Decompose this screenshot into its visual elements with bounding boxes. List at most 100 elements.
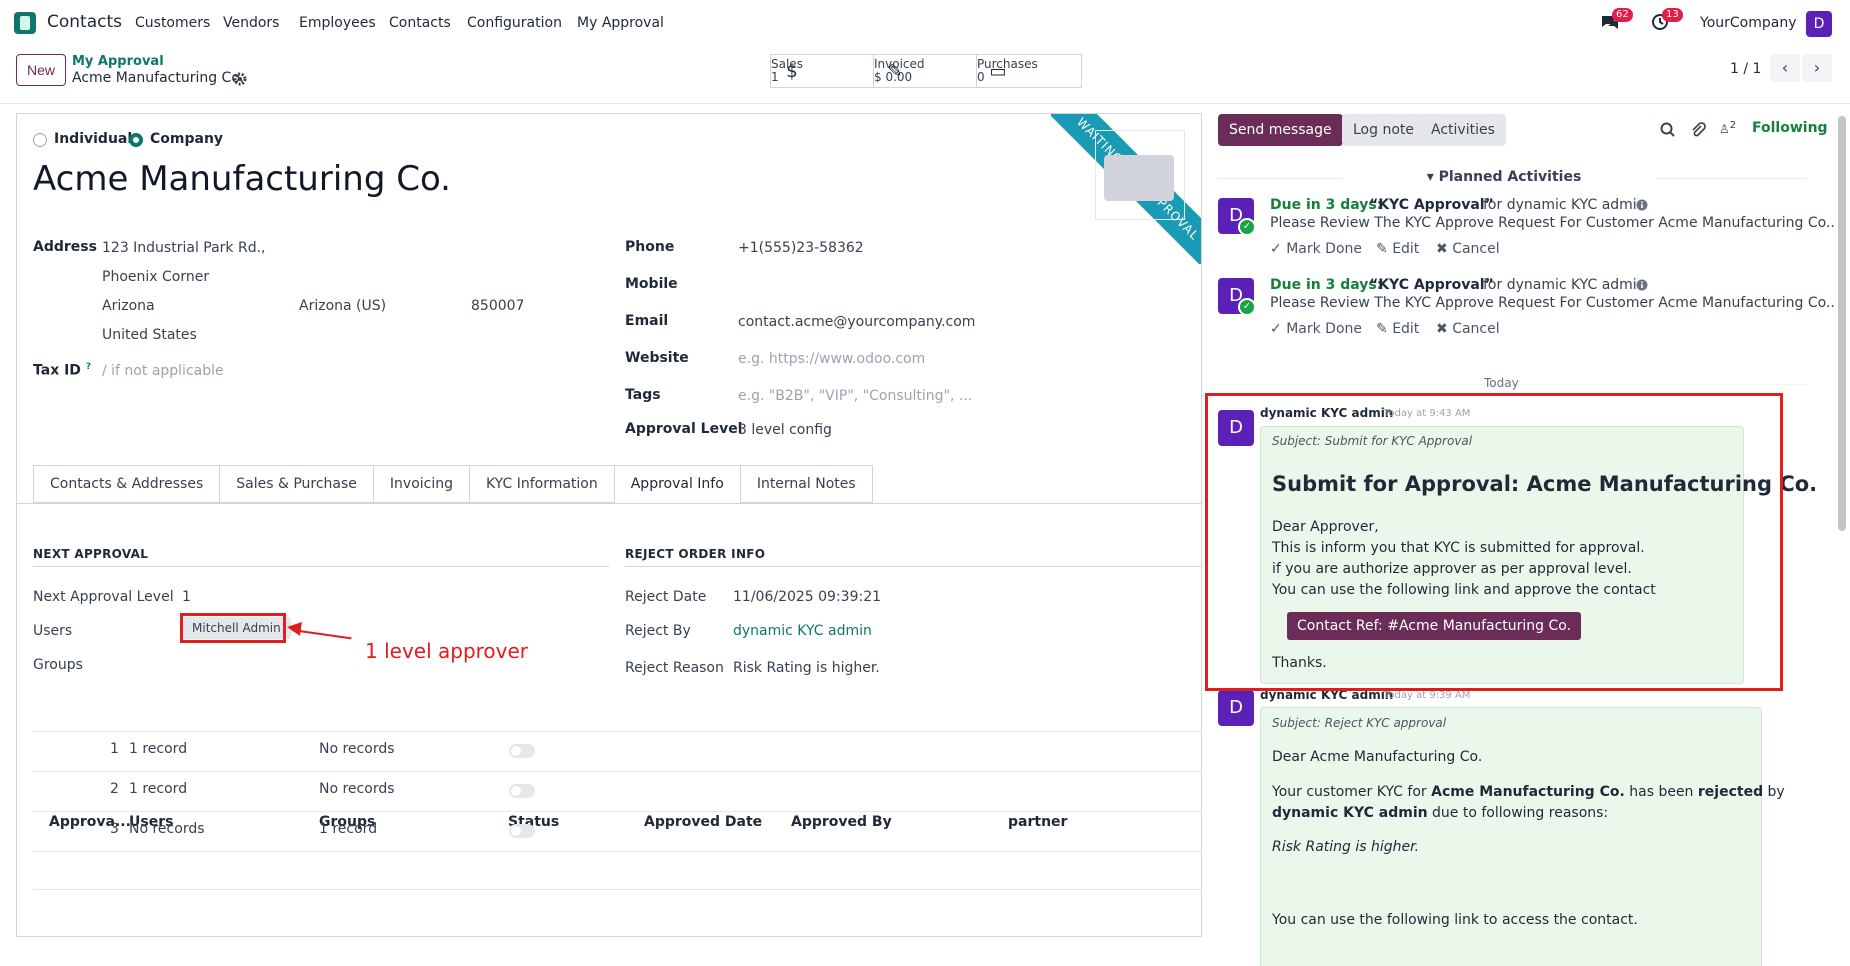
breadcrumb-parent[interactable]: My Approval [72, 54, 164, 69]
followers-count: 2 [1729, 120, 1737, 131]
street2-field[interactable]: Phoenix Corner [102, 269, 209, 285]
mobile-label: Mobile [625, 276, 678, 292]
row1-groups[interactable]: No records [319, 741, 395, 757]
smart-button-sales[interactable]: $ Sales 1 [770, 54, 874, 88]
smart-sales-value: 1 [771, 70, 779, 84]
tab-invoicing[interactable]: Invoicing [372, 465, 469, 503]
today-label: Today [1484, 376, 1519, 390]
company-switcher[interactable]: YourCompany [1700, 15, 1797, 31]
gear-icon[interactable] [233, 72, 247, 86]
zip-field[interactable]: 850007 [471, 298, 524, 314]
caret-down-icon: ▾ [1426, 169, 1439, 185]
row3-level[interactable]: 3 [110, 821, 119, 837]
reject-reason-value: Risk Rating is higher. [733, 660, 880, 676]
tab-sales-purchase[interactable]: Sales & Purchase [219, 465, 373, 503]
country-field[interactable]: United States [102, 327, 197, 343]
highlight-box [180, 613, 286, 643]
user-avatar[interactable]: D [1806, 11, 1832, 37]
author-avatar[interactable]: D [1218, 690, 1254, 726]
form-sheet: WAITING FOR APPROVAL Individual Company … [16, 113, 1202, 937]
chatter-scrollbar[interactable] [1838, 116, 1846, 531]
cancel-activity-button[interactable]: ✖ Cancel [1436, 321, 1500, 337]
tags-field[interactable]: e.g. "B2B", "VIP", "Consulting", ... [738, 388, 972, 404]
menu-my-approval[interactable]: My Approval [577, 15, 664, 31]
radio-company[interactable] [129, 133, 143, 147]
section-line [33, 566, 609, 567]
send-message-button[interactable]: Send message [1218, 114, 1343, 146]
top-navbar: Contacts Customers Vendors Employees Con… [0, 0, 1850, 46]
activities-button[interactable]: Activities [1420, 114, 1506, 146]
smart-button-invoiced[interactable]: ✎ Invoiced $ 0.00 [873, 54, 977, 88]
activities-clock-icon[interactable]: 13 [1650, 8, 1683, 34]
info-icon[interactable] [1636, 199, 1648, 215]
col-approved-date[interactable]: Approved Date [644, 814, 762, 830]
pager-next-button[interactable]: › [1802, 54, 1832, 82]
row1-users[interactable]: 1 record [129, 741, 187, 757]
activities-count-badge: 13 [1662, 8, 1683, 22]
menu-configuration[interactable]: Configuration [467, 15, 562, 31]
row2-level[interactable]: 2 [110, 781, 119, 797]
close-icon: ✖ [1436, 321, 1453, 337]
phone-field[interactable]: +1(555)23-58362 [738, 240, 864, 256]
message-reason: Risk Rating is higher. [1272, 839, 1420, 855]
row3-status-toggle[interactable] [509, 824, 535, 838]
search-icon[interactable] [1660, 122, 1676, 142]
pencil-icon: ✎ [1376, 241, 1393, 257]
website-field[interactable]: e.g. https://www.odoo.com [738, 351, 925, 367]
followers-button[interactable]: ♙2 [1719, 120, 1736, 136]
row3-users[interactable]: No records [129, 821, 205, 837]
paperclip-icon[interactable] [1690, 122, 1706, 142]
message-line: Dear Acme Manufacturing Co. [1272, 749, 1483, 765]
table-header-line [33, 731, 1201, 732]
row1-status-toggle[interactable] [509, 744, 535, 758]
messages-icon[interactable]: 62 [1600, 8, 1633, 34]
activity-desc: Please Review The KYC Approve Request Fo… [1270, 215, 1835, 231]
new-button[interactable]: New [16, 54, 66, 86]
col-partner[interactable]: partner [1008, 814, 1067, 830]
menu-employees[interactable]: Employees [299, 15, 376, 31]
row2-users[interactable]: 1 record [129, 781, 187, 797]
city-field[interactable]: Arizona [102, 298, 155, 314]
partner-name[interactable]: Acme Manufacturing Co. [33, 159, 451, 199]
state-field[interactable]: Arizona (US) [299, 298, 386, 314]
tab-approval-info[interactable]: Approval Info [613, 465, 740, 503]
taxid-field[interactable]: / if not applicable [102, 363, 224, 379]
row1-level[interactable]: 1 [110, 741, 119, 757]
annotation-arrow-head [286, 620, 302, 636]
row2-groups[interactable]: No records [319, 781, 395, 797]
pager-value[interactable]: 1 / 1 [1730, 61, 1761, 77]
company-image-placeholder[interactable] [1095, 130, 1185, 220]
street-field[interactable]: 123 Industrial Park Rd., [102, 240, 266, 256]
next-level-value: 1 [182, 589, 191, 605]
menu-contacts[interactable]: Contacts [389, 15, 451, 31]
col-approved-by[interactable]: Approved By [791, 814, 892, 830]
log-note-button[interactable]: Log note [1342, 114, 1425, 146]
mark-done-button[interactable]: ✓ Mark Done [1270, 321, 1362, 337]
edit-activity-button[interactable]: ✎ Edit [1376, 321, 1419, 337]
row3-groups[interactable]: 1 record [319, 821, 377, 837]
info-icon[interactable] [1636, 279, 1648, 295]
approval-level-field[interactable]: 3 level config [738, 422, 832, 438]
contacts-app-icon[interactable] [14, 12, 36, 34]
radio-individual[interactable] [33, 133, 47, 147]
reject-by-link[interactable]: dynamic KYC admin [733, 623, 872, 639]
mark-done-button[interactable]: ✓ Mark Done [1270, 241, 1362, 257]
tab-internal-notes[interactable]: Internal Notes [739, 465, 873, 503]
edit-activity-button[interactable]: ✎ Edit [1376, 241, 1419, 257]
smart-button-purchases[interactable]: ▭ Purchases 0 [976, 54, 1082, 88]
tab-contacts-addresses[interactable]: Contacts & Addresses [33, 465, 220, 503]
planned-activities-toggle[interactable]: ▾ Planned Activities [1204, 169, 1804, 185]
row2-status-toggle[interactable] [509, 784, 535, 798]
website-label: Website [625, 350, 689, 366]
menu-customers[interactable]: Customers [135, 15, 210, 31]
activity-desc: Please Review The KYC Approve Request Fo… [1270, 295, 1835, 311]
following-button[interactable]: Following [1752, 120, 1828, 136]
email-field[interactable]: contact.acme@yourcompany.com [738, 314, 975, 330]
pager-prev-button[interactable]: ‹ [1770, 54, 1800, 82]
activity-name: “KYC Approval” [1369, 197, 1494, 213]
app-name[interactable]: Contacts [47, 12, 122, 32]
cancel-activity-button[interactable]: ✖ Cancel [1436, 241, 1500, 257]
message-time: Today at 9:39 AM [1384, 690, 1471, 701]
menu-vendors[interactable]: Vendors [223, 15, 279, 31]
tab-kyc-information[interactable]: KYC Information [469, 465, 614, 503]
